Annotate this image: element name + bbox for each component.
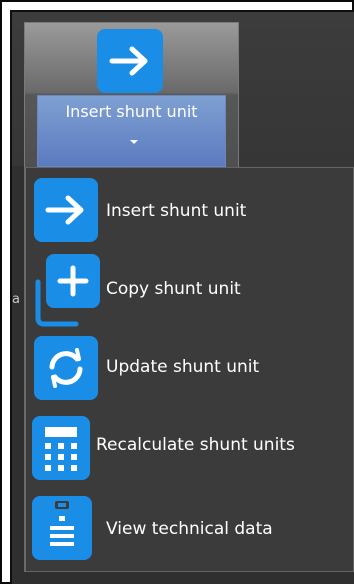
menu-item-label: View technical data bbox=[106, 519, 273, 539]
left-panel-text: a bbox=[12, 292, 20, 307]
arrow-right-icon bbox=[34, 178, 98, 242]
menu-item-update-shunt-unit[interactable]: Update shunt unit bbox=[26, 332, 354, 408]
copy-plus-icon bbox=[32, 254, 100, 327]
menu-item-label: Copy shunt unit bbox=[106, 279, 241, 299]
calculator-icon bbox=[32, 416, 90, 480]
menu-item-label: Recalculate shunt units bbox=[96, 435, 295, 455]
menu-item-insert-shunt-unit[interactable]: Insert shunt unit bbox=[26, 176, 354, 252]
menu-item-label: Insert shunt unit bbox=[106, 201, 247, 221]
insert-shunt-unit-ribbon-button[interactable]: Insert shunt unit bbox=[24, 22, 239, 168]
bottom-panel-edge bbox=[12, 572, 354, 584]
menu-item-label: Update shunt unit bbox=[106, 357, 260, 377]
insert-shunt-dropdown-menu: Insert shunt unit Copy shunt unit Update… bbox=[24, 167, 354, 572]
chevron-down-icon bbox=[130, 140, 138, 144]
menu-item-copy-shunt-unit[interactable]: Copy shunt unit bbox=[26, 254, 354, 330]
refresh-icon bbox=[34, 336, 98, 400]
clipboard-list-icon bbox=[32, 496, 92, 560]
ribbon-button-label: Insert shunt unit bbox=[65, 102, 198, 121]
arrow-right-icon bbox=[97, 29, 163, 93]
ribbon-dropdown-toggle[interactable]: Insert shunt unit bbox=[37, 95, 226, 167]
menu-item-view-technical-data[interactable]: View technical data bbox=[26, 488, 354, 564]
menu-item-recalculate-shunt-units[interactable]: Recalculate shunt units bbox=[26, 410, 354, 486]
